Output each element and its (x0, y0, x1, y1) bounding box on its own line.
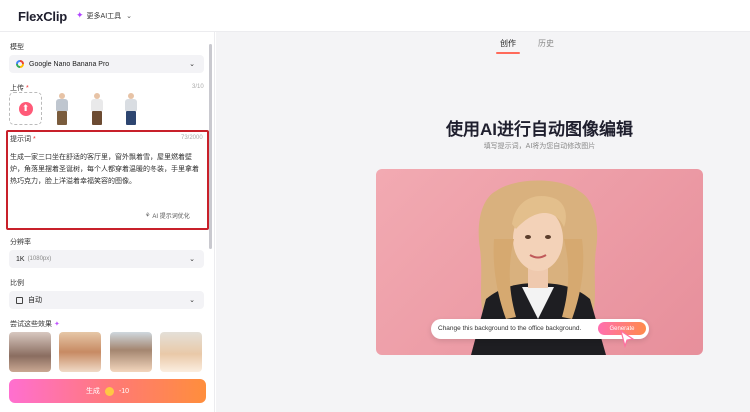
chevron-down-icon: ⌄ (189, 256, 195, 263)
magic-wand-icon: ⚘ (145, 213, 151, 219)
logo-text: FlexClip (18, 8, 67, 24)
chevron-down-icon: ⌄ (189, 297, 195, 304)
generate-button[interactable]: 生成 -10 (9, 379, 206, 403)
ratio-label: 比例 (10, 280, 24, 287)
demo-prompt-text: Change this background to the office bac… (438, 325, 582, 332)
page-subtitle: 填写提示词，AI将为您自动修改图片 (483, 143, 596, 150)
upload-image-button[interactable]: ⬆ (9, 92, 42, 125)
aspect-ratio-icon (16, 296, 23, 304)
uploaded-image-3[interactable] (121, 92, 141, 126)
tab-history[interactable]: 历史 (538, 38, 554, 49)
sparkle-icon: ✦ (76, 10, 84, 20)
ai-prompt-optimize-button[interactable]: ⚘ AI 提示词优化 (145, 211, 190, 220)
sparkle-icon: ✦ (53, 321, 60, 328)
prompt-textarea[interactable]: 生成一家三口坐在舒适的客厅里，窗外飘着雪，屋里燃着壁炉，角落里摆着圣诞树，每个人… (10, 152, 200, 188)
resolution-value: 1K (16, 255, 25, 263)
top-bar: FlexClip ✦ 更多AI工具 ⌄ (0, 0, 750, 32)
ratio-value: 自动 (28, 297, 42, 304)
coin-icon (104, 386, 114, 396)
upload-arrow-icon: ⬆ (18, 101, 33, 116)
page-title: 使用AI进行自动图像编辑 (446, 120, 633, 139)
effect-thumbnail-3[interactable] (110, 332, 152, 372)
chevron-down-icon: ⌄ (126, 12, 133, 20)
model-select[interactable]: Google Nano Banana Pro ⌄ (9, 55, 204, 73)
prompt-count: 73/2000 (181, 135, 203, 141)
ratio-select[interactable]: 自动 ⌄ (9, 291, 204, 309)
cursor-icon (620, 330, 635, 348)
more-ai-tools-label: 更多AI工具 (86, 12, 122, 20)
chevron-down-icon: ⌄ (189, 61, 195, 68)
more-ai-tools-menu[interactable]: ✦ 更多AI工具 ⌄ (76, 10, 132, 21)
generate-cost: -10 (118, 387, 130, 395)
uploaded-image-1[interactable] (52, 92, 72, 126)
generate-label: 生成 (85, 388, 100, 395)
tab-create[interactable]: 创作 (496, 38, 520, 54)
effect-thumbnail-1[interactable] (9, 332, 51, 372)
prompt-label: 提示词 * (10, 136, 36, 143)
effect-thumbnail-4[interactable] (160, 332, 202, 372)
resolution-hint: (1080px) (27, 256, 52, 262)
upload-count: 3/10 (192, 84, 204, 90)
google-icon (16, 60, 24, 68)
resolution-select[interactable]: 1K (1080px) ⌄ (9, 250, 204, 268)
flexclip-logo[interactable]: FlexClip (18, 8, 67, 24)
effect-thumbnail-2[interactable] (59, 332, 101, 372)
model-value: Google Nano Banana Pro (29, 60, 110, 68)
tab-bar: 创作 历史 (496, 38, 554, 54)
model-label: 模型 (10, 44, 24, 51)
left-panel-scrollbar[interactable] (209, 44, 212, 249)
resolution-label: 分辨率 (10, 239, 31, 246)
try-effects-label: 尝试这些效果 ✦ (10, 321, 60, 328)
uploaded-image-2[interactable] (87, 92, 107, 126)
